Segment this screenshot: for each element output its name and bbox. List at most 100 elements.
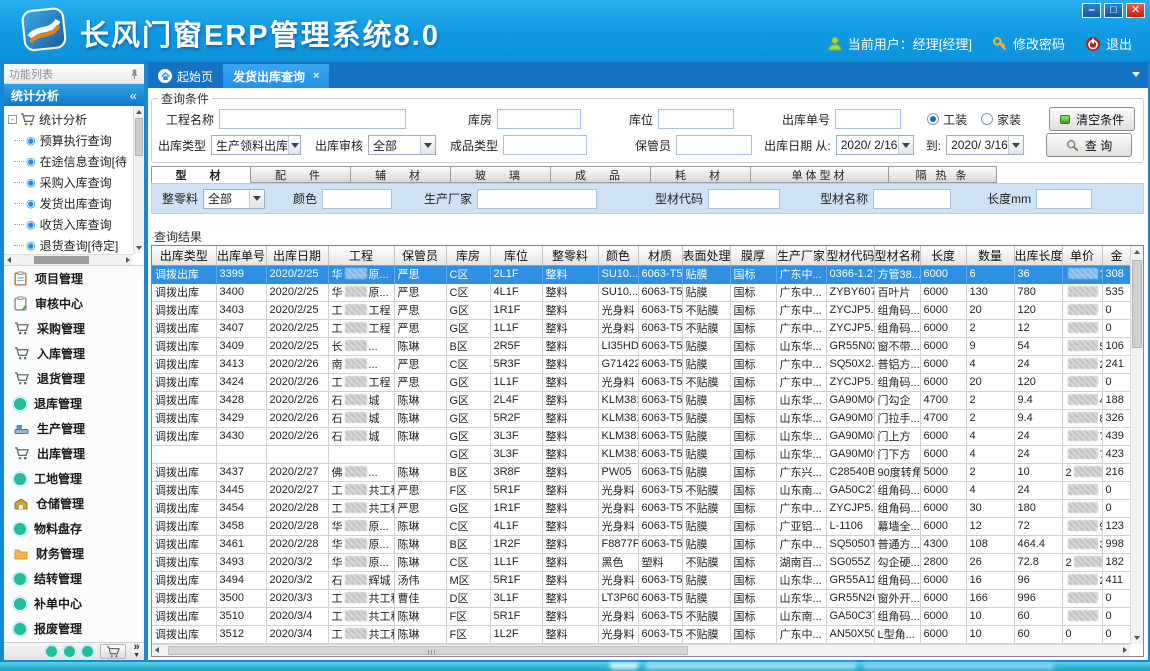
audit-select[interactable]: 全部 [368,135,436,155]
material-tab-6[interactable]: 单体型材 [751,166,889,183]
table-row[interactable]: 调拨出库33992020/2/25华原...严思C区2L1F整料SU10...6… [152,265,1131,283]
col-header-18[interactable]: 单价 [1062,246,1102,265]
sidebar-section-statistics[interactable]: 统计分析 « [4,84,144,106]
change-password-button[interactable]: 修改密码 [992,34,1065,53]
col-header-11[interactable]: 膜厚 [730,246,776,265]
col-header-12[interactable]: 生产厂家 [776,246,826,265]
sidebar-item-5[interactable]: 退库管理 [4,391,144,416]
col-header-1[interactable]: 出库单号 [216,246,266,265]
scroll-right-icon[interactable] [126,257,130,263]
table-row[interactable]: 调拨出库34292020/2/26石城陈琳G区5R2F整料KLM38176063… [152,409,1131,427]
length-input[interactable] [1036,189,1092,209]
table-row[interactable]: 调拨出库35102020/3/4工共工程陈琳F区5R1F整料光身料6063-T5… [152,607,1131,625]
material-tab-4[interactable]: 成 品 [551,166,651,183]
tree-item-4[interactable]: ◉收货入库查询 [8,214,133,235]
tab-overflow-icon[interactable] [1132,72,1140,77]
tree-collapse-icon[interactable]: - [8,115,17,124]
col-header-2[interactable]: 出库日期 [266,246,328,265]
sidebar-item-3[interactable]: 入库管理 [4,341,144,366]
table-row[interactable]: 调拨出库34452020/2/27工共工程严思F区5R1F整料光身料6063-T… [152,481,1131,499]
col-header-15[interactable]: 长度 [920,246,966,265]
tree-root-statistics[interactable]: -统计分析 [8,109,133,130]
product-type-input[interactable] [503,135,587,155]
table-row[interactable]: 调拨出库34582020/2/28华原...陈琳C区4L1F整料光身料6063-… [152,517,1131,535]
table-row[interactable]: 调拨出库34282020/2/26石城陈琳G区2L4F整料KLM38176063… [152,391,1131,409]
sidebar-item-9[interactable]: 仓储管理 [4,491,144,516]
col-header-3[interactable]: 工程 [328,246,394,265]
col-header-6[interactable]: 库位 [490,246,542,265]
tree-hscroll-thumb[interactable] [34,256,89,264]
location-input[interactable] [658,109,734,129]
col-header-13[interactable]: 型材代码 [826,246,874,265]
col-header-4[interactable]: 保管员 [394,246,446,265]
tab-shipment-outbound-query[interactable]: 发货出库查询 × [223,64,329,88]
grid-vertical-scrollbar[interactable] [1130,246,1143,644]
sidebar-item-14[interactable]: 报废管理 [4,616,144,641]
table-row[interactable]: 调拨出库35122020/3/4工共工程陈琳F区1L2F整料光身料6063-T5… [152,625,1131,643]
col-header-8[interactable]: 颜色 [598,246,638,265]
sidebar-item-11[interactable]: 财务管理 [4,541,144,566]
table-row[interactable]: 调拨出库34132020/2/26南...严思C区5R3F整料G71422606… [152,355,1131,373]
table-row[interactable]: 调拨出库34002020/2/25华原...严思C区4L1F整料SU10...6… [152,283,1131,301]
scroll-up-icon[interactable] [1134,250,1140,254]
collapse-icon[interactable]: « [130,88,137,103]
color-input[interactable] [322,189,392,209]
scroll-down-icon[interactable] [1134,636,1140,640]
tree-item-3[interactable]: ◉发货出库查询 [8,193,133,214]
table-row[interactable]: 调拨出库34092020/2/25长...陈琳B区2R5F整料LI35HD606… [152,337,1131,355]
overflow-chevron[interactable]: »▼ [133,644,140,659]
order-no-input[interactable] [835,109,901,129]
warehouse-input[interactable] [497,109,581,129]
material-tab-1[interactable]: 配 件 [251,166,351,183]
table-row[interactable]: 调拨出库35002020/3/3工共工程曹佳D区3L1F整料LT3P606063… [152,589,1131,607]
col-header-19[interactable]: 金 [1102,246,1131,265]
material-tab-0[interactable]: 型 材 [151,166,251,183]
table-row[interactable]: 调拨出库34072020/2/25工工程严思G区1L1F整料光身料6063-T5… [152,319,1131,337]
tree-horizontal-scrollbar[interactable] [4,254,133,265]
sidebar-item-2[interactable]: 采购管理 [4,316,144,341]
material-tab-7[interactable]: 隔 热 条 [889,166,997,183]
teal-circle-icon[interactable] [82,646,93,657]
tree-vertical-scrollbar[interactable] [133,106,144,254]
table-row[interactable]: 调拨出库34032020/2/25工工程严思G区1R1F整料光身料6063-T5… [152,301,1131,319]
tree-vscroll-thumb[interactable] [135,118,143,156]
radio-work-install[interactable] [927,113,939,125]
date-to-select[interactable]: 2020/ 3/16 [946,135,1024,155]
table-row[interactable]: 调拨出库34542020/2/28工共工程严思G区1R1F整料光身料6063-T… [152,499,1131,517]
whole-part-select[interactable]: 全部 [203,189,265,209]
scroll-left-icon[interactable] [155,647,159,653]
tree-item-0[interactable]: ◉预算执行查询 [8,130,133,151]
col-header-14[interactable]: 型材名称 [874,246,920,265]
sidebar-item-12[interactable]: 结转管理 [4,566,144,591]
radio-home-install[interactable] [981,113,993,125]
sidebar-item-1[interactable]: 审核中心 [4,291,144,316]
col-header-0[interactable]: 出库类型 [152,246,216,265]
maximize-button[interactable]: □ [1104,3,1123,18]
table-row[interactable]: 调拨出库34242020/2/26工工程严思G区1L1F整料光身料6063-T5… [152,373,1131,391]
scroll-left-icon[interactable] [7,257,11,263]
material-tab-5[interactable]: 耗 材 [651,166,751,183]
teal-circle-icon[interactable] [46,646,57,657]
clear-conditions-button[interactable]: 清空条件 [1049,107,1135,131]
material-tab-3[interactable]: 玻 璃 [451,166,551,183]
table-row[interactable]: G区3L3F整料KLM38176063-T5贴膜国标山东华...GA90M09.… [152,445,1131,463]
profile-code-input[interactable] [708,189,780,209]
minimize-button[interactable]: – [1082,3,1101,18]
material-tab-2[interactable]: 辅 材 [351,166,451,183]
sidebar-item-4[interactable]: 退货管理 [4,366,144,391]
tree-item-2[interactable]: ◉采购入库查询 [8,172,133,193]
col-header-5[interactable]: 库房 [446,246,490,265]
col-header-7[interactable]: 整零料 [542,246,598,265]
col-header-10[interactable]: 表面处理 [682,246,730,265]
col-header-9[interactable]: 材质 [638,246,682,265]
sidebar-item-0[interactable]: 项目管理 [4,266,144,291]
grid-horizontal-scrollbar[interactable] [152,644,1130,656]
sidebar-item-7[interactable]: 出库管理 [4,441,144,466]
grid-hscroll-thumb[interactable] [168,646,688,655]
project-name-input[interactable] [219,109,406,129]
sidebar-item-10[interactable]: 物料盘存 [4,516,144,541]
table-row[interactable]: 调拨出库34302020/2/26石城陈琳G区3L3F整料KLM38176063… [152,427,1131,445]
col-header-16[interactable]: 数量 [966,246,1014,265]
search-button[interactable]: 查 询 [1046,133,1132,157]
sidebar-item-6[interactable]: 生产管理 [4,416,144,441]
